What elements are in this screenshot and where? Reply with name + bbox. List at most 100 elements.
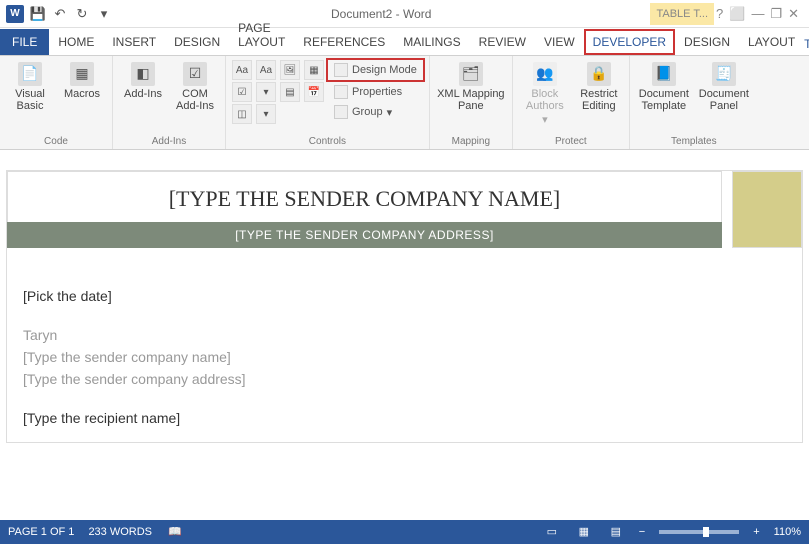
group-templates: 📘Document Template 🧾Document Panel Templ… [630, 56, 758, 149]
repeating-control-icon[interactable]: ◫ [232, 104, 252, 124]
tab-view[interactable]: VIEW [535, 29, 584, 55]
control-options: Design Mode Properties Group ▾ [328, 60, 423, 122]
document-title: Document2 - Word [112, 7, 650, 21]
group-code: 📄Visual Basic ▦Macros Code [0, 56, 113, 149]
group-mapping-label: Mapping [436, 134, 506, 147]
tab-table-design[interactable]: DESIGN [675, 29, 739, 55]
group-templates-label: Templates [636, 134, 752, 147]
tab-review[interactable]: REVIEW [470, 29, 535, 55]
tab-page-layout[interactable]: PAGE LAYOUT [229, 15, 294, 55]
letterhead-row: [TYPE THE SENDER COMPANY NAME] [TYPE THE… [7, 171, 802, 248]
com-addins-button[interactable]: ☑COM Add-Ins [171, 60, 219, 112]
datepicker-control-icon[interactable]: 📅 [304, 82, 324, 102]
document-template-icon: 📘 [652, 62, 676, 86]
plaintext-control-icon[interactable]: Aa [256, 60, 276, 80]
quick-access-toolbar: W 💾 ↶ ↻ ▾ [0, 5, 112, 23]
recipient-name-field[interactable]: [Type the recipient name] [23, 410, 786, 426]
word-app-icon: W [6, 5, 24, 23]
zoom-level[interactable]: 110% [774, 526, 801, 538]
macros-icon: ▦ [70, 62, 94, 86]
group-controls-label: Controls [232, 134, 423, 147]
minimize-icon[interactable]: — [751, 6, 764, 22]
design-mode-icon [334, 63, 348, 77]
ribbon: 📄Visual Basic ▦Macros Code ◧Add-Ins ☑COM… [0, 56, 809, 150]
document-panel-icon: 🧾 [712, 62, 736, 86]
tab-references[interactable]: REFERENCES [294, 29, 394, 55]
tab-design[interactable]: DESIGN [165, 29, 229, 55]
web-layout-icon[interactable]: ▤ [607, 525, 625, 539]
xml-mapping-icon: 🗂 [459, 62, 483, 86]
tab-developer[interactable]: DEVELOPER [584, 29, 675, 55]
group-protect-label: Protect [519, 134, 623, 147]
restore-icon[interactable]: ❐ [770, 6, 782, 22]
design-mode-button[interactable]: Design Mode [328, 60, 423, 80]
restrict-editing-icon: 🔒 [587, 62, 611, 86]
zoom-slider[interactable] [659, 530, 739, 534]
picture-control-icon[interactable]: 🖼 [280, 60, 300, 80]
read-mode-icon[interactable]: ▭ [543, 525, 561, 539]
group-mapping: 🗂XML Mapping Pane Mapping [430, 56, 513, 149]
tab-insert[interactable]: INSERT [103, 29, 165, 55]
document-body[interactable]: [Pick the date] Taryn [Type the sender c… [7, 248, 802, 442]
sender-company-line[interactable]: [Type the sender company name] [23, 349, 786, 365]
legacy-control-icon[interactable]: ▾ [256, 104, 276, 124]
user-name: Taryn [804, 37, 809, 51]
undo-icon[interactable]: ↶ [52, 6, 68, 22]
group-button[interactable]: Group ▾ [328, 102, 423, 122]
user-line[interactable]: Taryn [23, 327, 786, 343]
group-addins-label: Add-Ins [119, 134, 219, 147]
addins-button[interactable]: ◧Add-Ins [119, 60, 167, 100]
buildingblock-control-icon[interactable]: ▦ [304, 60, 324, 80]
page[interactable]: [TYPE THE SENDER COMPANY NAME] [TYPE THE… [6, 170, 803, 443]
redo-icon[interactable]: ↻ [74, 6, 90, 22]
zoom-out-icon[interactable]: − [639, 526, 645, 538]
tab-home[interactable]: HOME [49, 29, 103, 55]
sender-company-address-field[interactable]: [TYPE THE SENDER COMPANY ADDRESS] [7, 222, 722, 248]
properties-button[interactable]: Properties [328, 82, 423, 102]
print-layout-icon[interactable]: ▦ [575, 525, 593, 539]
letterhead-main: [TYPE THE SENDER COMPANY NAME] [TYPE THE… [7, 171, 722, 248]
properties-icon [334, 85, 348, 99]
word-count[interactable]: 233 WORDS [88, 526, 152, 538]
sender-company-name-field[interactable]: [TYPE THE SENDER COMPANY NAME] [7, 171, 722, 222]
qat-customize-icon[interactable]: ▾ [96, 6, 112, 22]
user-area[interactable]: Taryn▾ [804, 33, 809, 55]
dropdown-control-icon[interactable]: ▤ [280, 82, 300, 102]
ribbon-tabs: FILE HOME INSERT DESIGN PAGE LAYOUT REFE… [0, 28, 809, 56]
checkbox-control-icon[interactable]: ☑ [232, 82, 252, 102]
tab-mailings[interactable]: MAILINGS [394, 29, 469, 55]
tab-table-layout[interactable]: LAYOUT [739, 29, 804, 55]
close-icon[interactable]: ✕ [788, 6, 799, 22]
group-controls: Aa Aa 🖼 ▦ ☑ ▾ ▤ 📅 ◫ ▾ Design Mode [226, 56, 430, 149]
control-gallery: Aa Aa 🖼 ▦ ☑ ▾ ▤ 📅 ◫ ▾ [232, 60, 324, 126]
page-indicator[interactable]: PAGE 1 OF 1 [8, 526, 74, 538]
macros-button[interactable]: ▦Macros [58, 60, 106, 100]
block-authors-icon: 👥 [533, 62, 557, 86]
ribbon-display-icon[interactable]: ⬜ [729, 6, 745, 22]
date-field[interactable]: [Pick the date] [23, 288, 786, 304]
document-template-button[interactable]: 📘Document Template [636, 60, 692, 112]
proofing-icon[interactable]: 📖 [166, 525, 184, 539]
restrict-editing-button[interactable]: 🔒Restrict Editing [575, 60, 623, 112]
document-area[interactable]: [TYPE THE SENDER COMPANY NAME] [TYPE THE… [0, 150, 809, 516]
sender-address-line[interactable]: [Type the sender company address] [23, 371, 786, 387]
group-code-label: Code [6, 134, 106, 147]
status-bar: PAGE 1 OF 1 233 WORDS 📖 ▭ ▦ ▤ − + 110% [0, 520, 809, 544]
help-icon[interactable]: ? [716, 6, 723, 22]
group-protect: 👥Block Authors ▾ 🔒Restrict Editing Prote… [513, 56, 630, 149]
com-addins-icon: ☑ [183, 62, 207, 86]
title-bar: W 💾 ↶ ↻ ▾ Document2 - Word TABLE T... ? … [0, 0, 809, 28]
xml-mapping-button[interactable]: 🗂XML Mapping Pane [436, 60, 506, 112]
group-icon [334, 105, 348, 119]
save-icon[interactable]: 💾 [30, 6, 46, 22]
table-tools-context-tab[interactable]: TABLE T... [650, 3, 714, 25]
zoom-in-icon[interactable]: + [753, 526, 759, 538]
richtext-control-icon[interactable]: Aa [232, 60, 252, 80]
group-addins: ◧Add-Ins ☑COM Add-Ins Add-Ins [113, 56, 226, 149]
window-buttons: ? ⬜ — ❐ ✕ [716, 6, 809, 22]
block-authors-button: 👥Block Authors ▾ [519, 60, 571, 126]
tab-file[interactable]: FILE [0, 29, 49, 55]
combobox-control-icon[interactable]: ▾ [256, 82, 276, 102]
visual-basic-button[interactable]: 📄Visual Basic [6, 60, 54, 112]
document-panel-button[interactable]: 🧾Document Panel [696, 60, 752, 112]
